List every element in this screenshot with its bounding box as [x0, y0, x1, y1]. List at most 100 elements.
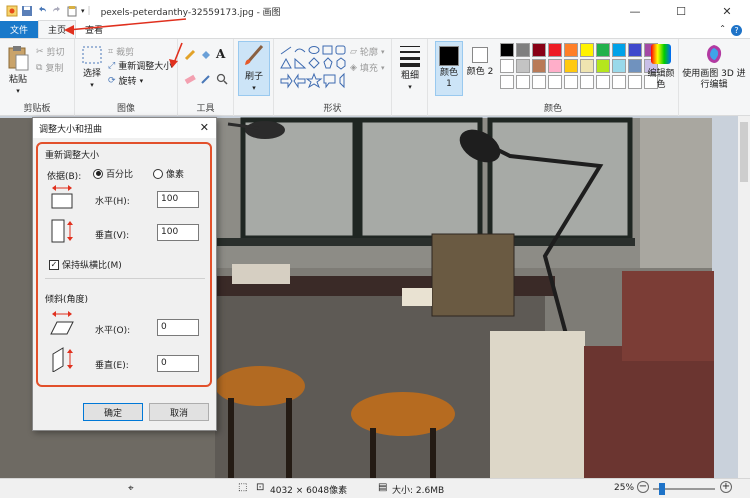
skew-horizontal-input[interactable]: 0 — [157, 319, 199, 336]
outline-icon: ▱ — [350, 46, 357, 57]
horizontal-label: 水平(H): — [95, 197, 130, 207]
color-swatch[interactable] — [516, 59, 530, 73]
resize-section-label: 重新调整大小 — [45, 151, 100, 161]
customize-dropdown-icon[interactable]: ▾ — [81, 7, 85, 15]
magnifier-icon[interactable] — [216, 73, 228, 85]
dialog-titlebar: 调整大小和扭曲 ✕ — [33, 118, 216, 138]
zoom-slider-thumb[interactable] — [659, 483, 665, 495]
paste-button[interactable]: 粘贴 ▾ — [4, 45, 32, 97]
outline-button[interactable]: ▱ 轮廓 ▾ — [350, 45, 384, 59]
color-swatch[interactable] — [548, 43, 562, 57]
color-swatch[interactable] — [580, 75, 594, 89]
fill-button[interactable]: ◈ 填充 ▾ — [350, 61, 384, 75]
zoom-slider[interactable] — [653, 483, 715, 495]
tools-group-label: 工具 — [196, 104, 215, 114]
color-swatch[interactable] — [548, 59, 562, 73]
annotation-arrow-home — [64, 18, 187, 35]
checkbox-checked-icon: ✓ — [49, 259, 59, 270]
brushes-button[interactable]: 刷子 ▾ — [238, 41, 270, 96]
color-swatch[interactable] — [612, 75, 626, 89]
color2-label: 颜色 2 — [466, 67, 494, 77]
vertical-label: 垂直(V): — [95, 231, 130, 241]
color-swatch[interactable] — [500, 59, 514, 73]
rotate-icon: ⟳ — [108, 75, 116, 86]
dialog-title: 调整大小和扭曲 — [39, 124, 103, 135]
color-swatch[interactable] — [532, 59, 546, 73]
minimize-button[interactable]: — — [612, 0, 658, 22]
color-swatch[interactable] — [612, 43, 626, 57]
pixels-radio[interactable]: 像素 — [153, 167, 184, 180]
file-size-icon: ▤ — [378, 482, 388, 493]
skew-vertical-input[interactable]: 0 — [157, 355, 199, 372]
selection-size-icon: ⬚ — [238, 482, 248, 493]
zoom-level: 25% — [614, 483, 635, 493]
color-swatch[interactable] — [532, 75, 546, 89]
color-swatch[interactable] — [500, 43, 514, 57]
dialog-close-icon[interactable]: ✕ — [200, 121, 209, 134]
size-button[interactable]: 粗细 ▾ — [396, 43, 424, 93]
color-swatch[interactable] — [580, 59, 594, 73]
crop-button[interactable]: ⌗ 裁剪 — [108, 45, 134, 59]
keep-ratio-checkbox[interactable]: ✓ 保持纵横比(M) — [49, 258, 122, 271]
tab-file[interactable]: 文件 — [0, 21, 38, 38]
edit-colors-button[interactable]: 编辑颜色 — [647, 43, 675, 91]
color1-button[interactable]: 颜色 1 — [435, 41, 463, 96]
text-tool-icon[interactable]: A — [216, 47, 225, 61]
percent-radio[interactable]: 百分比 — [93, 167, 133, 180]
color-swatch[interactable] — [516, 75, 530, 89]
color-swatch[interactable] — [628, 43, 642, 57]
color-swatch[interactable] — [596, 75, 610, 89]
save-icon[interactable] — [21, 5, 33, 17]
color-swatch[interactable] — [580, 43, 594, 57]
ok-button[interactable]: 确定 — [83, 403, 143, 421]
resize-skew-dialog: 调整大小和扭曲 ✕ 重新调整大小 依据(B): 百分比 像素 水平(H): 10… — [32, 117, 217, 431]
color-swatch[interactable] — [564, 75, 578, 89]
eraser-icon[interactable] — [184, 73, 196, 85]
ribbon-collapse-icon[interactable]: ⌃ — [719, 24, 726, 33]
rotate-button[interactable]: ⟳ 旋转 ▾ — [108, 74, 143, 88]
cancel-button[interactable]: 取消 — [149, 403, 209, 421]
color-swatch[interactable] — [516, 43, 530, 57]
horizontal-skew-icon — [50, 311, 74, 335]
color2-button[interactable]: 颜色 2 — [466, 41, 494, 78]
skew-section-label: 倾斜(角度) — [45, 295, 89, 305]
vertical-scrollbar[interactable] — [738, 116, 750, 478]
color-swatch[interactable] — [532, 43, 546, 57]
paint3d-button[interactable]: 使用画图 3D 进行编辑 — [682, 43, 746, 91]
help-icon[interactable]: ? — [731, 25, 742, 36]
brushes-label: 刷子 — [244, 72, 263, 82]
color-swatch[interactable] — [500, 75, 514, 89]
color-swatch[interactable] — [564, 43, 578, 57]
color-swatch[interactable] — [596, 43, 610, 57]
maximize-button[interactable]: ☐ — [658, 0, 704, 22]
copy-button[interactable]: ⧉ 复制 — [36, 61, 63, 75]
color-swatch[interactable] — [564, 59, 578, 73]
color-picker-icon[interactable] — [200, 73, 212, 85]
radio-unchecked-icon — [153, 168, 163, 179]
pencil-icon[interactable] — [184, 49, 196, 61]
vertical-input[interactable]: 100 — [157, 224, 199, 241]
paste-icon — [8, 46, 29, 71]
image-dimensions-icon: ⊡ — [256, 482, 265, 493]
line-width-icon — [400, 46, 420, 67]
cut-button[interactable]: ✂ 剪切 — [36, 45, 65, 59]
zoom-out-icon[interactable]: − — [637, 481, 649, 493]
undo-icon[interactable] — [36, 5, 48, 17]
color-swatch[interactable] — [548, 75, 562, 89]
color-swatch[interactable] — [628, 59, 642, 73]
color-swatch[interactable] — [628, 75, 642, 89]
paste-label: 粘贴 — [8, 75, 27, 85]
select-button[interactable]: 选择 ▾ — [79, 45, 105, 91]
skew-horizontal-label: 水平(O): — [95, 326, 131, 336]
horizontal-input[interactable]: 100 — [157, 191, 199, 208]
color-swatch[interactable] — [596, 59, 610, 73]
color-swatch[interactable] — [612, 59, 626, 73]
scrollbar-thumb[interactable] — [740, 122, 748, 182]
fill-bucket-icon[interactable] — [200, 49, 212, 61]
paint3d-label: 使用画图 3D 进行编辑 — [682, 69, 746, 90]
close-button[interactable]: ✕ — [704, 0, 750, 22]
fill-icon: ◈ — [350, 62, 357, 73]
shapes-gallery[interactable] — [279, 44, 347, 90]
zoom-in-icon[interactable]: + — [720, 481, 732, 493]
radio-checked-icon — [93, 168, 103, 179]
